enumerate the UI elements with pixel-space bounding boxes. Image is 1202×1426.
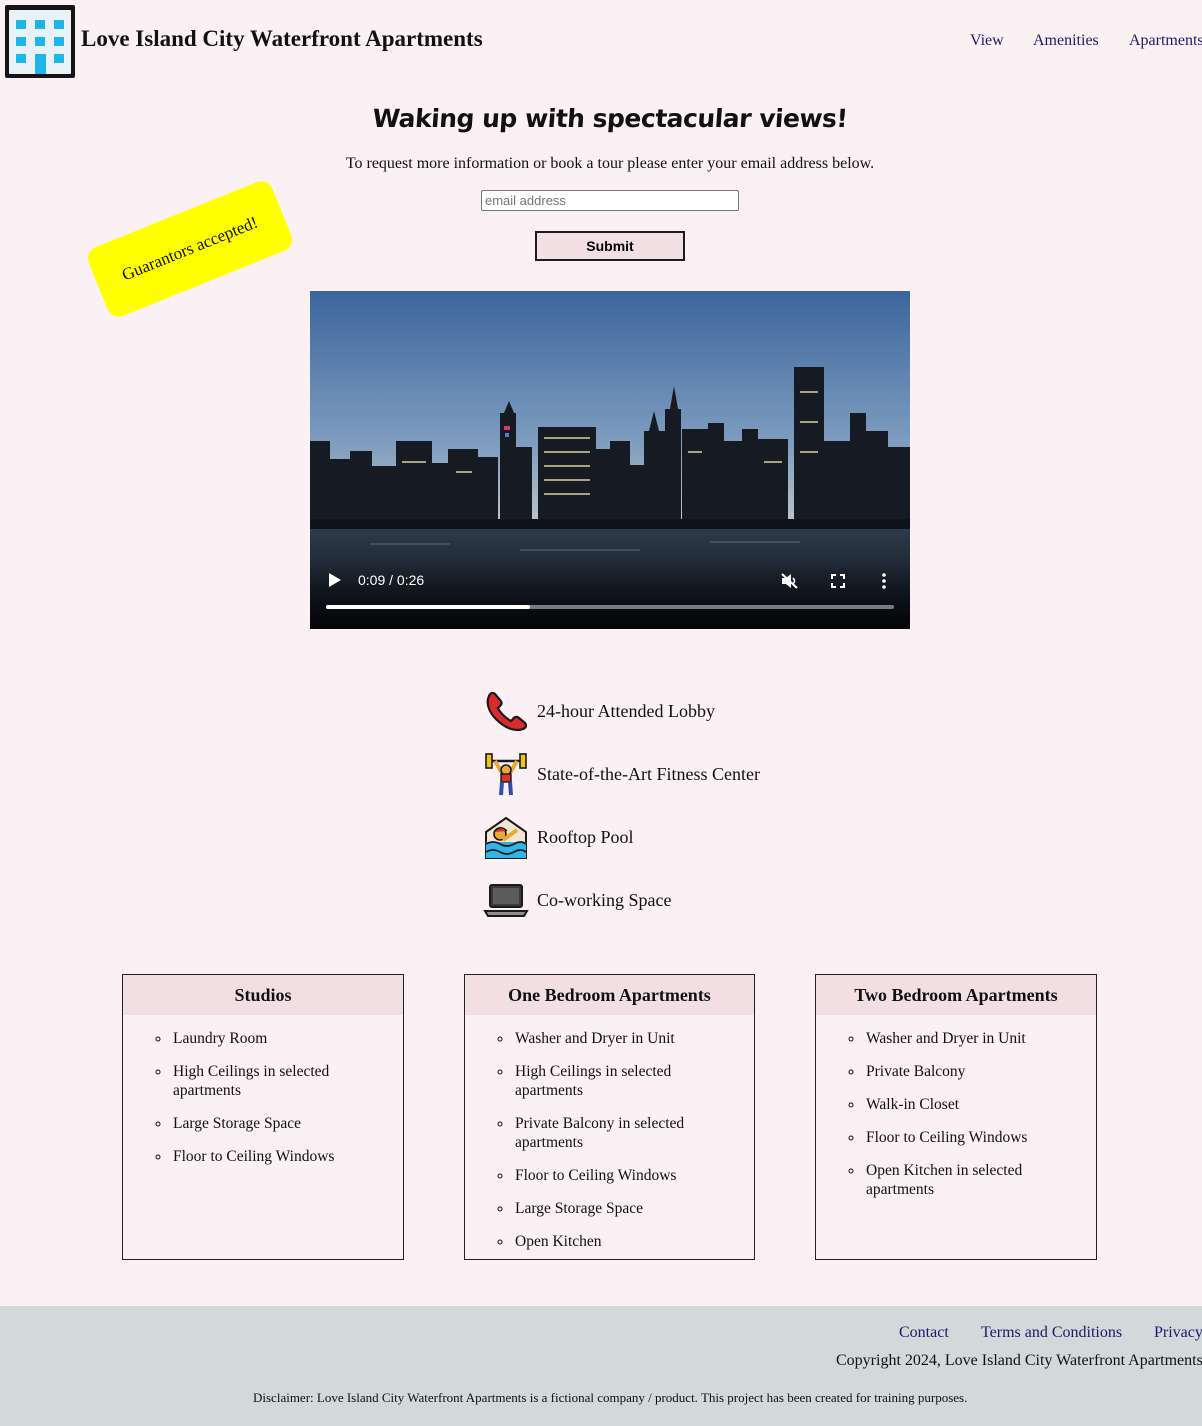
amenity-label: Co-working Space <box>537 889 672 910</box>
footer-link-terms[interactable]: Terms and Conditions <box>981 1324 1122 1342</box>
mute-icon[interactable] <box>780 572 800 590</box>
video-time: 0:09 / 0:26 <box>358 572 425 588</box>
more-options-icon[interactable] <box>882 573 886 589</box>
list-item: Floor to Ceiling Windows <box>864 1128 1076 1147</box>
hero-description: To request more information or book a to… <box>345 155 875 172</box>
amenity-label: Rooftop Pool <box>537 826 634 847</box>
hero-title: Waking up with spectacular views! <box>371 104 849 133</box>
amenity-fitness: State-of-the-Art Fitness Center <box>483 751 760 797</box>
amenity-coworking: Co-working Space <box>483 877 671 923</box>
list-item: Floor to Ceiling Windows <box>513 1166 734 1185</box>
list-item: Laundry Room <box>171 1029 383 1048</box>
video-controls-bar <box>310 559 910 629</box>
submit-button[interactable]: Submit <box>535 231 685 261</box>
card-title: Two Bedroom Apartments <box>816 975 1096 1015</box>
laptop-icon <box>483 884 529 917</box>
weightlifting-icon <box>485 753 527 796</box>
list-item: High Ceilings in selected apartments <box>513 1062 734 1100</box>
card-two-bedroom: Two Bedroom Apartments Washer and Dryer … <box>815 974 1097 1260</box>
list-item: Washer and Dryer in Unit <box>513 1029 734 1048</box>
footer-link-privacy[interactable]: Privacy <box>1154 1324 1202 1342</box>
list-item: Private Balcony in selected apartments <box>513 1114 734 1152</box>
feature-list: Washer and Dryer in Unit High Ceilings i… <box>465 1015 754 1251</box>
card-title: Studios <box>123 975 403 1015</box>
guarantors-badge: Guarantors accepted! <box>84 177 296 321</box>
list-item: Washer and Dryer in Unit <box>864 1029 1076 1048</box>
amenity-label: 24-hour Attended Lobby <box>537 700 715 721</box>
telephone-icon <box>486 691 528 732</box>
list-item: Open Kitchen <box>513 1232 734 1251</box>
disclaimer: Disclaimer: Love Island City Waterfront … <box>253 1390 968 1405</box>
card-one-bedroom: One Bedroom Apartments Washer and Dryer … <box>464 974 755 1260</box>
nav-link-view[interactable]: View <box>970 32 1004 50</box>
video-progress-bar[interactable] <box>326 605 894 609</box>
play-icon[interactable] <box>328 572 342 588</box>
list-item: Open Kitchen in selected apartments <box>864 1161 1076 1199</box>
skyline-video-player[interactable]: 0:09 / 0:26 <box>310 291 910 629</box>
copyright: Copyright 2024, Love Island City Waterfr… <box>836 1352 1202 1369</box>
footer: Contact Terms and Conditions Privacy Cop… <box>0 1306 1202 1426</box>
nav-link-amenities[interactable]: Amenities <box>1033 32 1099 50</box>
nav-link-apartments[interactable]: Apartments <box>1129 32 1202 50</box>
card-title: One Bedroom Apartments <box>465 975 754 1015</box>
swimming-pool-icon <box>485 816 527 859</box>
card-studios: Studios Laundry Room High Ceilings in se… <box>122 974 404 1260</box>
site-title: Love Island City Waterfront Apartments <box>81 26 483 51</box>
amenity-lobby: 24-hour Attended Lobby <box>483 688 715 734</box>
amenity-label: State-of-the-Art Fitness Center <box>537 763 760 784</box>
feature-list: Washer and Dryer in Unit Private Balcony… <box>816 1015 1096 1199</box>
list-item: High Ceilings in selected apartments <box>171 1062 383 1100</box>
list-item: Large Storage Space <box>171 1114 383 1133</box>
video-progress-fill <box>326 605 531 609</box>
list-item: Walk-in Closet <box>864 1095 1076 1114</box>
fullscreen-icon[interactable] <box>831 574 845 588</box>
email-input[interactable] <box>481 190 739 211</box>
badge-text: Guarantors accepted! <box>119 212 261 285</box>
list-item: Large Storage Space <box>513 1199 734 1218</box>
footer-link-contact[interactable]: Contact <box>899 1324 949 1342</box>
list-item: Floor to Ceiling Windows <box>171 1147 383 1166</box>
list-item: Private Balcony <box>864 1062 1076 1081</box>
feature-list: Laundry Room High Ceilings in selected a… <box>123 1015 403 1166</box>
amenity-pool: Rooftop Pool <box>483 814 634 860</box>
building-logo-icon <box>5 5 75 78</box>
